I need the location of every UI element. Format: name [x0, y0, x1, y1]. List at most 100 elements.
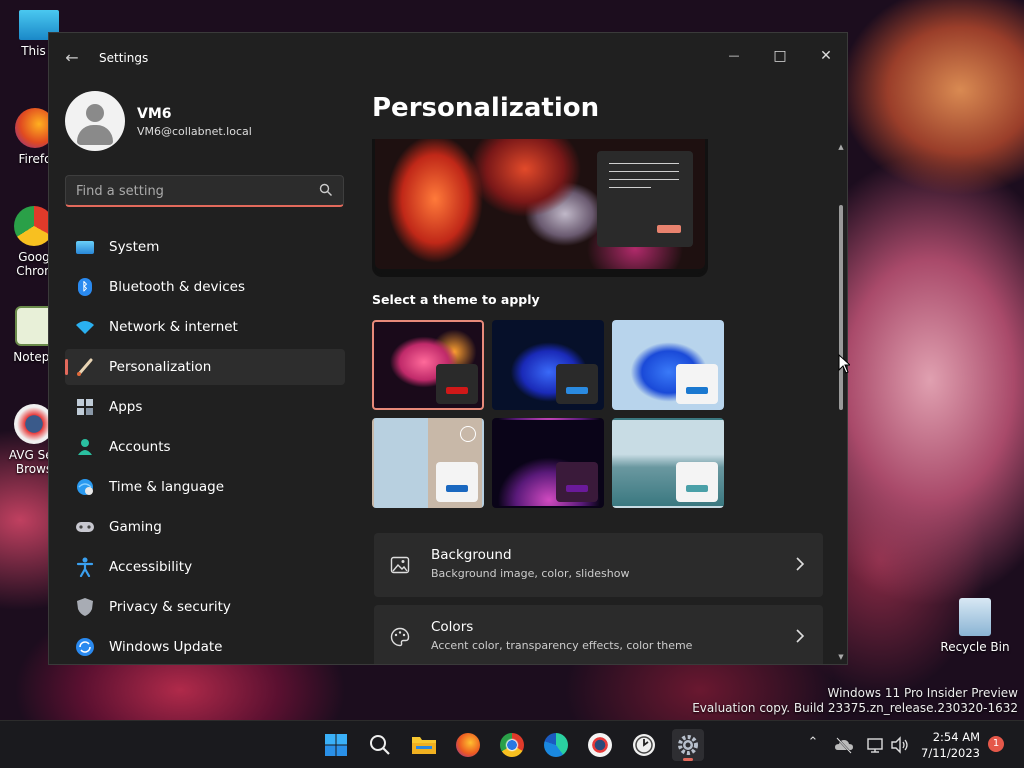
theme-accent-bar	[566, 485, 588, 492]
show-hidden-icons-chevron-icon[interactable]: ⌃	[803, 735, 823, 755]
sidebar-item-accessibility[interactable]: Accessibility	[65, 549, 345, 585]
sidebar-item-label: Accounts	[109, 439, 171, 455]
preview-line	[609, 163, 679, 164]
palette-icon	[390, 627, 410, 647]
accounts-icon	[75, 437, 95, 457]
theme-swatch	[676, 364, 718, 404]
search-input[interactable]	[76, 182, 306, 200]
start-button[interactable]	[320, 729, 352, 761]
theme-accent-bar	[446, 485, 468, 492]
search-icon	[370, 735, 390, 755]
file-explorer-button[interactable]	[408, 729, 440, 761]
sidebar-item-label: System	[109, 239, 160, 255]
chrome-button[interactable]	[496, 729, 528, 761]
accessibility-icon	[75, 557, 95, 577]
desktop-icon-recycle-bin[interactable]: Recycle Bin	[940, 598, 1010, 654]
card-title: Colors	[431, 619, 474, 635]
sidebar-item-label: Windows Update	[109, 639, 223, 655]
edge-icon	[544, 733, 568, 757]
theme-captured-motion[interactable]	[492, 418, 604, 508]
theme-accent-bar	[566, 387, 588, 394]
preview-line	[609, 171, 679, 172]
clock-date: 7/11/2023	[921, 746, 980, 760]
scroll-up-icon[interactable]: ▲	[837, 143, 845, 151]
theme-preview	[372, 139, 708, 277]
card-subtitle: Background image, color, slideshow	[431, 567, 630, 580]
sidebar-item-time-language[interactable]: Time & language	[65, 469, 345, 505]
avatar-head	[86, 104, 104, 122]
sidebar-item-accounts[interactable]: Accounts	[65, 429, 345, 465]
scroll-thumb[interactable]	[839, 205, 843, 410]
theme-glow[interactable]	[372, 320, 484, 410]
maximize-button[interactable]: □	[765, 41, 795, 71]
folder-icon	[412, 737, 436, 754]
clock-time: 2:54 AM	[932, 730, 980, 744]
back-arrow-icon[interactable]: ←	[61, 47, 83, 69]
settings-taskbar-button[interactable]	[672, 729, 704, 761]
preview-line	[609, 179, 679, 180]
sidebar-item-gaming[interactable]: Gaming	[65, 509, 345, 545]
sidebar-item-privacy-security[interactable]: Privacy & security	[65, 589, 345, 625]
network-icon[interactable]	[866, 735, 886, 755]
sidebar-item-personalization[interactable]: Personalization	[65, 349, 345, 385]
chevron-right-icon	[796, 629, 805, 643]
avg-browser-button[interactable]	[584, 729, 616, 761]
theme-accent-bar	[686, 485, 708, 492]
sidebar-item-windows-update[interactable]: Windows Update	[65, 629, 345, 664]
apps-icon	[75, 397, 95, 417]
theme-swatch	[556, 364, 598, 404]
theme-windows-light[interactable]	[612, 320, 724, 410]
avg-browser-icon	[588, 733, 612, 757]
scroll-down-icon[interactable]: ▼	[837, 653, 845, 661]
theme-swatch	[556, 462, 598, 502]
sidebar-item-bluetooth[interactable]: ᛒ Bluetooth & devices	[65, 269, 345, 305]
minimize-button[interactable]: —	[719, 41, 749, 71]
sidebar-item-label: Accessibility	[109, 559, 193, 575]
notification-badge[interactable]: 1	[988, 736, 1004, 752]
clock-icon	[633, 734, 655, 756]
preview-window	[597, 151, 693, 247]
recycle-bin-icon	[959, 598, 991, 636]
page-title: Personalization	[372, 93, 600, 123]
gear-icon	[678, 735, 698, 755]
volume-icon[interactable]	[890, 735, 910, 755]
sidebar-item-system[interactable]: System	[65, 229, 345, 265]
sidebar-item-network[interactable]: Network & internet	[65, 309, 345, 345]
sidebar-item-label: Bluetooth & devices	[109, 279, 246, 295]
picture-icon	[390, 556, 410, 574]
system-clock[interactable]: 2:54 AM 7/11/2023	[921, 729, 980, 761]
firefox-button[interactable]	[452, 729, 484, 761]
clock-app-button[interactable]	[628, 729, 660, 761]
sidebar-item-apps[interactable]: Apps	[65, 389, 345, 425]
card-title: Background	[431, 547, 512, 563]
close-button[interactable]: ✕	[811, 41, 841, 71]
sidebar-nav: System ᛒ Bluetooth & devices Network & i…	[65, 229, 345, 664]
preview-button	[657, 225, 681, 233]
theme-windows-dark[interactable]	[492, 320, 604, 410]
taskbar: ⌃ 2:54 AM 7/11/2023 1	[0, 720, 1024, 768]
theme-swatch	[676, 462, 718, 502]
colors-setting-card[interactable]: Colors Accent color, transparency effect…	[374, 605, 823, 664]
sidebar-item-label: Apps	[109, 399, 143, 415]
desktop-icon-label: Recycle Bin	[940, 640, 1010, 654]
theme-flow[interactable]	[612, 418, 724, 508]
spotlight-icon	[460, 426, 476, 442]
search-button[interactable]	[364, 729, 396, 761]
background-setting-card[interactable]: Background Background image, color, slid…	[374, 533, 823, 597]
content-scrollbar[interactable]: ▲ ▼	[837, 143, 845, 663]
edge-button[interactable]	[540, 729, 572, 761]
search-box[interactable]	[65, 175, 344, 207]
search-icon[interactable]	[319, 183, 333, 197]
themes-label: Select a theme to apply	[372, 292, 540, 307]
title-bar[interactable]: ← Settings — □ ✕	[49, 33, 847, 81]
os-build-watermark: Windows 11 Pro Insider Preview Evaluatio…	[692, 686, 1018, 716]
watermark-line1: Windows 11 Pro Insider Preview	[827, 686, 1018, 700]
shield-icon	[75, 597, 95, 617]
theme-spotlight[interactable]	[372, 418, 484, 508]
preview-line	[609, 187, 651, 188]
onedrive-offline-icon[interactable]	[834, 735, 854, 755]
avatar-body	[77, 125, 113, 145]
avatar[interactable]	[65, 91, 125, 151]
sidebar-item-label: Network & internet	[109, 319, 238, 335]
mouse-cursor-icon	[838, 354, 850, 374]
